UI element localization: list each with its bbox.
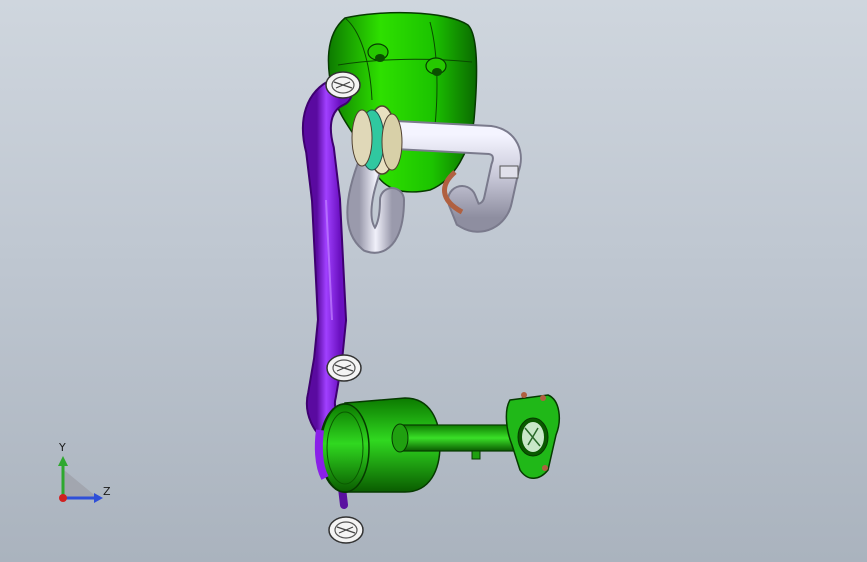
orientation-triad [58,456,103,503]
y-axis-label: Y [59,441,66,454]
z-axis-label: Z [103,485,111,498]
graphics-viewport[interactable]: Y Z [0,0,867,562]
